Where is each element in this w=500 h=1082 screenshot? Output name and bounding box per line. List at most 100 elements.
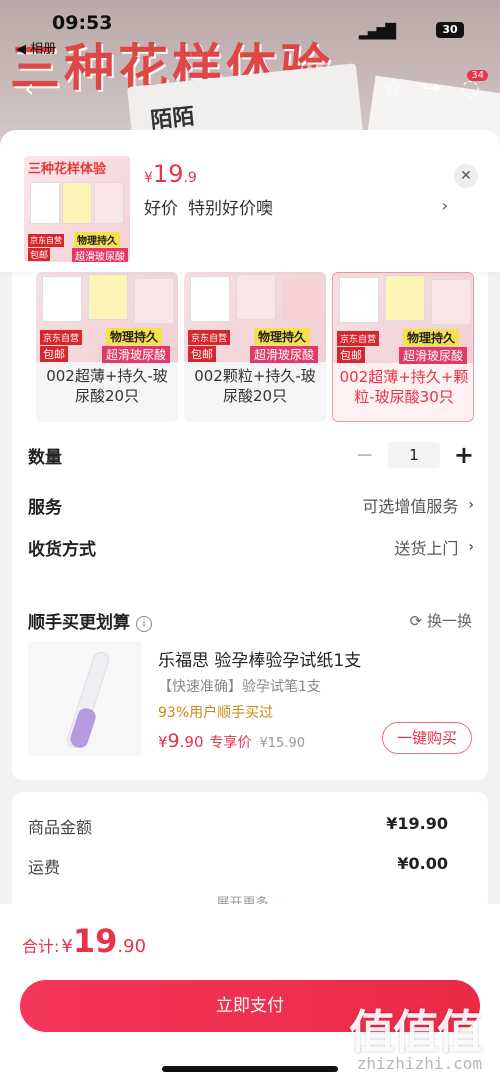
product-thumbnail: 三种花样体验 京东自营 包邮 物理持久 超滑玻尿酸: [24, 156, 130, 262]
thumb-box-3: [94, 182, 124, 224]
nav-icons: ☆ ↪ ◌: [383, 76, 480, 101]
favorite-icon[interactable]: ☆: [383, 76, 403, 101]
sheet-header: 三种花样体验 京东自营 包邮 物理持久 超滑玻尿酸 ¥19.9 好价 特别好价噢 …: [0, 130, 500, 272]
quantity-label: 数量: [28, 447, 62, 468]
recommend-product-image[interactable]: [28, 642, 142, 756]
checkout-footer: 合计: ¥19.90 立即支付 值值值 zhizhizhi.com: [0, 904, 500, 1082]
service-value: 可选增值服务: [362, 497, 459, 516]
info-icon[interactable]: i: [136, 616, 152, 632]
promo-chevron-icon[interactable]: ›: [442, 196, 448, 215]
thumb-tag-free-ship: 包邮: [28, 248, 51, 261]
chevron-right-icon: ›: [468, 539, 474, 555]
service-label: 服务: [28, 497, 62, 518]
thumb-box-1: [30, 182, 60, 224]
summary-card: 商品金额 ¥19.90 运费 ¥0.00 展开更多 ⌄: [12, 792, 488, 912]
price-decimal: .9: [183, 170, 197, 186]
recommend-card: 顺手买更划算 i ⟳ 换一换 乐福思 验孕棒验孕试纸1支 【快速准确】验孕试笔1支…: [12, 590, 488, 780]
sku-label: 002超薄+持久-玻尿酸20只: [46, 367, 168, 405]
chevron-right-icon: ›: [468, 497, 474, 513]
recommend-price-currency: ¥: [158, 733, 168, 751]
shipping-row: 运费 ¥0.00: [28, 854, 448, 878]
sku-badge-jd: 京东自营: [40, 330, 83, 345]
promo-row[interactable]: 好价 特别好价噢: [144, 194, 273, 219]
quantity-row: 数量 − 1 +: [28, 438, 474, 472]
total-integer: 19: [72, 922, 118, 960]
sku-image: 京东自营 包邮 物理持久 超滑玻尿酸: [184, 272, 326, 363]
thumb-tag-jd: 京东自营: [28, 234, 64, 247]
total-decimal: .90: [117, 936, 147, 957]
sku-badge-jd: 京东自营: [337, 331, 380, 346]
status-bar: 09:53 ◀ 相册 ▂▄▆█ 30: [0, 0, 500, 57]
sku-badge-smooth: 超滑玻尿酸: [102, 346, 171, 363]
recommend-exclusive-label: 专享价: [209, 735, 252, 751]
close-icon[interactable]: ✕: [454, 164, 478, 188]
sku-badge-free-ship: 包邮: [188, 346, 216, 362]
sku-box: [431, 279, 471, 325]
shipping-value: ¥0.00: [397, 854, 448, 873]
watermark-url: zhizhizhi.com: [356, 1054, 482, 1073]
shipping-label: 运费: [28, 858, 61, 877]
quantity-input[interactable]: 1: [387, 442, 440, 468]
sku-box: [134, 278, 174, 324]
delivery-label: 收货方式: [28, 539, 96, 560]
refresh-button[interactable]: ⟳ 换一换: [410, 610, 472, 631]
goods-amount-label: 商品金额: [28, 818, 93, 837]
thumb-tag-durable: 物理持久: [74, 232, 120, 247]
recommend-original-price: ¥15.90: [259, 736, 306, 751]
sku-badge-free-ship: 包邮: [40, 346, 68, 362]
sku-badge-durable: 物理持久: [254, 328, 311, 345]
sku-box: [190, 276, 230, 322]
sku-option-3-selected[interactable]: 京东自营 包邮 物理持久 超滑玻尿酸 002超薄+持久+颗粒-玻尿酸30只: [332, 272, 474, 422]
thumb-box-2: [62, 182, 92, 224]
goods-amount-row: 商品金额 ¥19.90: [28, 814, 448, 838]
header-price: ¥19.9: [144, 160, 197, 188]
sku-label: 002超薄+持久+颗粒-玻尿酸30只: [339, 368, 469, 406]
sku-box: [339, 277, 379, 323]
sku-box: [282, 278, 322, 324]
price-currency: ¥: [144, 170, 153, 186]
price-integer: 19: [152, 160, 184, 188]
sku-image: 京东自营 包邮 物理持久 超滑玻尿酸: [333, 273, 473, 364]
home-indicator: [162, 1066, 338, 1072]
sku-option-2[interactable]: 京东自营 包邮 物理持久 超滑玻尿酸 002颗粒+持久-玻尿酸20只: [184, 272, 326, 422]
total-label: 合计:: [22, 937, 60, 956]
back-to-app[interactable]: ◀ 相册: [16, 38, 56, 57]
quantity-stepper: − 1 +: [355, 441, 474, 469]
sku-box: [42, 276, 82, 322]
delivery-row[interactable]: 收货方式 送货上门 ›: [28, 530, 474, 564]
quantity-minus-button[interactable]: −: [355, 443, 373, 468]
sku-label: 002颗粒+持久-玻尿酸20只: [194, 367, 316, 405]
sku-box: [88, 274, 128, 320]
recommend-price: ¥9.90 专享价 ¥15.90: [158, 730, 305, 752]
thumb-tag-smooth: 超滑玻尿酸: [72, 248, 128, 262]
recommend-product-subtitle: 【快速准确】验孕试笔1支: [158, 679, 321, 695]
recommend-price-integer: 9: [167, 730, 180, 752]
total-price: 合计: ¥19.90: [22, 922, 146, 960]
sku-badge-durable: 物理持久: [403, 329, 460, 346]
recommend-title: 顺手买更划算 i: [28, 608, 152, 633]
watermark-logo: 值值值: [349, 1005, 483, 1059]
total-currency: ¥: [61, 936, 73, 957]
status-time: 09:53: [52, 12, 113, 34]
signal-icon: ▂▄▆█: [358, 24, 396, 40]
quantity-plus-button[interactable]: +: [454, 441, 474, 469]
share-icon[interactable]: ↪: [422, 76, 440, 101]
sku-option-1[interactable]: 京东自营 包邮 物理持久 超滑玻尿酸 002超薄+持久-玻尿酸20只: [36, 272, 178, 422]
sku-image: 京东自营 包邮 物理持久 超滑玻尿酸: [36, 272, 178, 363]
sku-box: [385, 275, 425, 321]
sku-badge-smooth: 超滑玻尿酸: [250, 346, 319, 363]
sku-badge-free-ship: 包邮: [337, 347, 365, 363]
promo-label: 好价: [144, 199, 178, 219]
thumb-title: 三种花样体验: [28, 162, 107, 177]
cart-badge: 34: [467, 70, 488, 81]
goods-amount-value: ¥19.90: [386, 814, 448, 833]
sku-box: [236, 274, 276, 320]
recommend-title-text: 顺手买更划算: [28, 613, 130, 633]
recommend-product-name[interactable]: 乐福思 验孕棒验孕试纸1支: [158, 646, 361, 671]
test-stick-handle: [68, 706, 98, 750]
recommend-price-decimal: .90: [179, 733, 204, 751]
back-icon[interactable]: ‹: [24, 74, 34, 104]
one-click-buy-button[interactable]: 一键购买: [382, 722, 472, 754]
sku-badge-jd: 京东自营: [188, 330, 231, 345]
service-row[interactable]: 服务 可选增值服务 ›: [28, 488, 474, 522]
